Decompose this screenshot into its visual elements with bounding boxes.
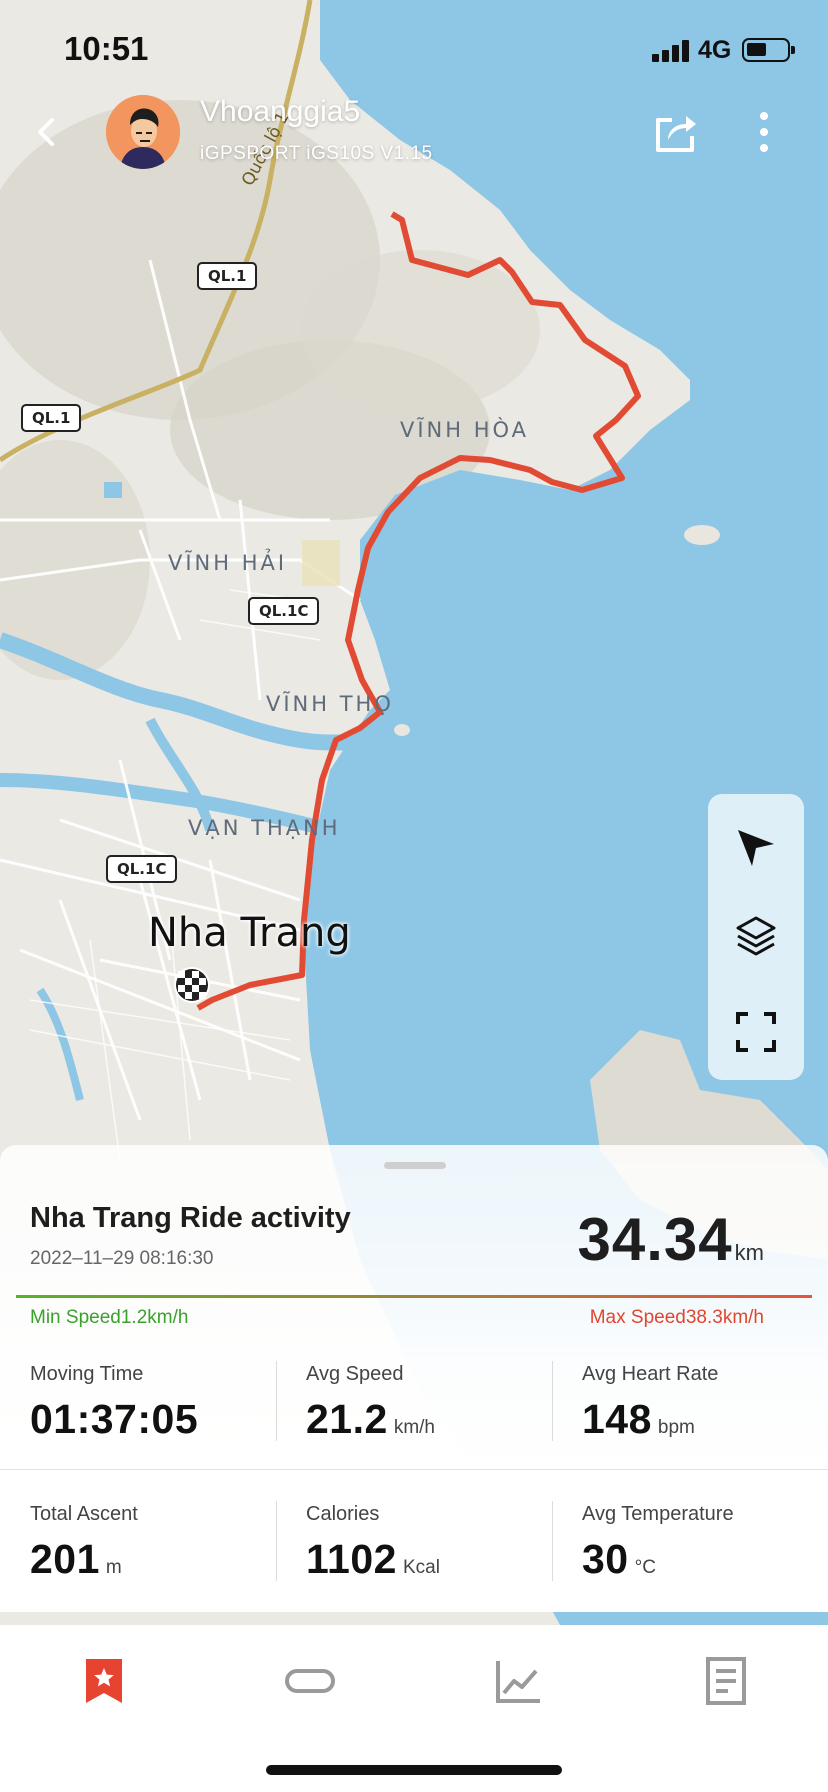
road-badge: QL.1C [106,855,178,883]
stat-avg-speed: Avg Speed 21.2 km/h [306,1363,576,1443]
max-speed-label: Max Speed [589,1307,686,1328]
distance-unit: km [734,1240,764,1265]
stat-unit: Kcal [402,1557,440,1578]
route-icon [285,1669,335,1693]
layers-button[interactable] [734,914,778,958]
stat-unit: m [105,1557,122,1578]
activity-datetime: 2022–11–29 08:16:30 [30,1248,214,1269]
stat-value: 30 [582,1536,629,1582]
avatar[interactable] [106,95,180,169]
stat-avg-heart-rate: Avg Heart Rate 148 bpm [582,1363,828,1443]
tab-route[interactable] [284,1655,336,1707]
stat-label: Moving Time [30,1363,144,1385]
locate-icon [738,830,774,866]
distance-value: 34.34 [577,1206,733,1273]
activity-title: Nha Trang Ride activity [30,1202,351,1234]
stat-moving-time: Moving Time 01:37:05 [30,1363,300,1443]
road-badge: QL.1 [21,404,82,432]
place-label: VĨNH THỌ [266,692,394,716]
avatar-illustration [106,95,180,169]
stat-value: 1102 [306,1536,397,1582]
place-label: VĨNH HẢI [168,551,288,575]
stat-value: 01:37:05 [30,1396,199,1442]
stat-total-ascent: Total Ascent 201 m [30,1503,300,1583]
stat-label: Total Ascent [30,1503,138,1525]
status-bar: 10:51 4G [0,0,828,96]
stat-value: 21.2 [306,1396,388,1442]
road-badge: QL.1 [197,262,258,290]
share-button[interactable] [652,108,700,156]
layers-icon [736,916,776,956]
back-icon [38,118,54,146]
max-speed: Max Speed38.3km/h [590,1307,764,1329]
tab-details[interactable] [700,1655,752,1707]
stat-label: Avg Temperature [582,1503,734,1525]
activity-summary-sheet[interactable]: Nha Trang Ride activity 2022–11–29 08:16… [0,1145,828,1612]
bookmark-icon [86,1659,122,1703]
battery-icon [742,38,795,62]
divider [552,1501,553,1581]
tab-summary[interactable] [78,1655,130,1707]
divider [276,1501,277,1581]
share-icon [656,116,696,152]
tab-analysis[interactable] [492,1655,544,1707]
signal-icon [652,40,690,62]
map-controls [708,794,804,1080]
distance: 34.34km [578,1205,764,1274]
stat-value: 148 [582,1396,652,1442]
user-name: Vhoanggia5 [200,95,361,128]
max-speed-value: 38.3km/h [685,1307,764,1328]
chart-icon [496,1661,540,1703]
min-speed-value: 1.2km/h [120,1307,189,1328]
place-label: VẠN THẠNH [188,816,341,840]
stat-avg-temperature: Avg Temperature 30 °C [582,1503,828,1583]
stat-label: Avg Speed [306,1363,404,1385]
more-options-button[interactable] [752,108,776,156]
row-divider [0,1469,828,1470]
more-icon [760,112,768,152]
locate-button[interactable] [734,824,778,868]
road-badge: QL.1C [248,597,320,625]
device-name: iGPSPORT iGS10S V1.15 [200,143,433,164]
finish-flag-icon [176,969,208,1001]
stat-label: Avg Heart Rate [582,1363,719,1385]
network-type: 4G [698,36,732,64]
min-speed-label: Min Speed [30,1307,121,1328]
fullscreen-icon [736,1012,776,1052]
fullscreen-button[interactable] [734,1010,778,1054]
stat-label: Calories [306,1503,380,1525]
city-label: Nha Trang [148,910,351,956]
min-speed: Min Speed1.2km/h [30,1307,188,1329]
stat-value: 201 [30,1536,100,1582]
place-label: VĨNH HÒA [400,418,530,442]
stat-calories: Calories 1102 Kcal [306,1503,576,1583]
sheet-drag-handle[interactable] [384,1162,446,1169]
back-button[interactable] [28,108,64,156]
speed-gradient-bar [16,1295,812,1298]
divider [552,1361,553,1441]
status-time: 10:51 [64,30,149,67]
home-indicator [266,1765,562,1775]
stat-unit: bpm [657,1417,695,1438]
divider [276,1361,277,1441]
stat-unit: km/h [393,1417,435,1438]
stat-unit: °C [634,1557,656,1578]
document-icon [706,1657,746,1705]
